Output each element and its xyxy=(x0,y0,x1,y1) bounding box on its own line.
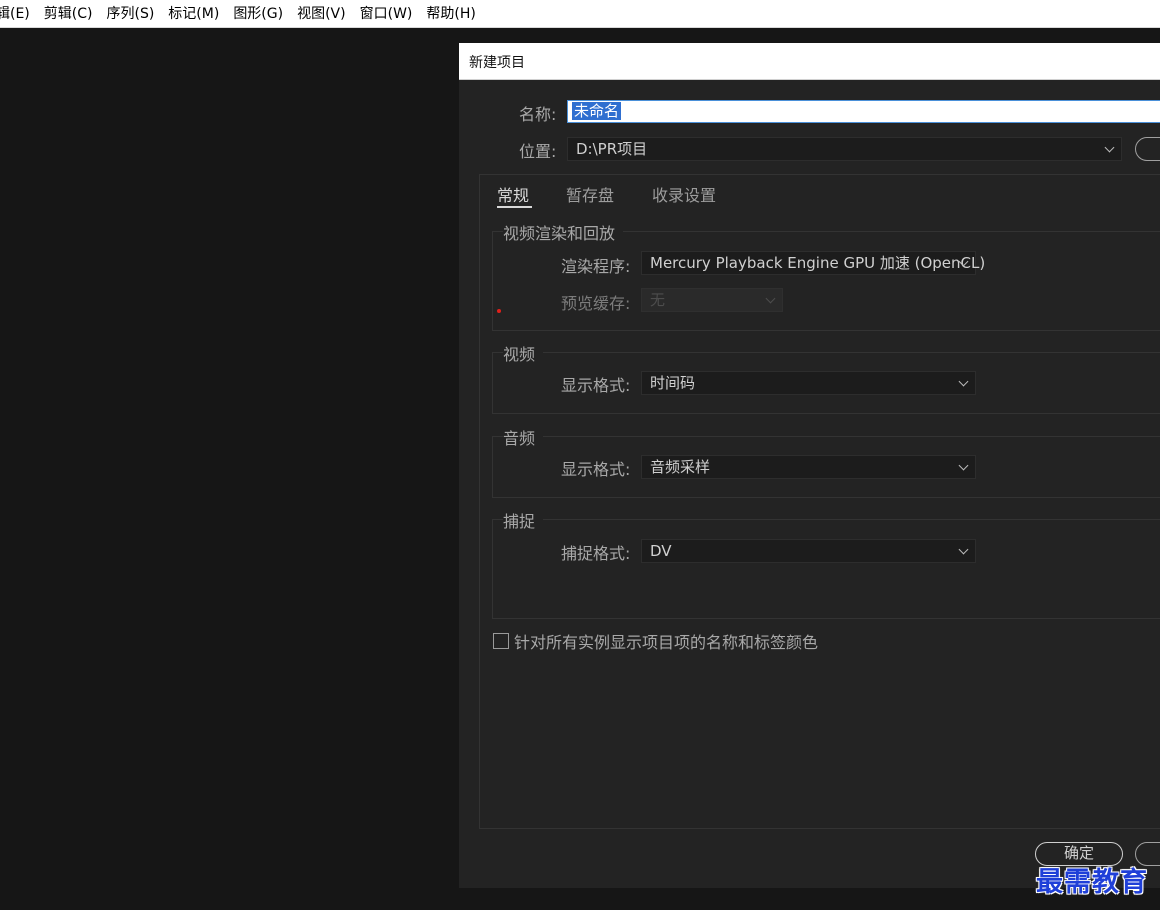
chevron-down-icon xyxy=(958,460,969,471)
location-select[interactable]: D:\PR项目 xyxy=(567,137,1122,161)
active-tab-indicator xyxy=(497,206,532,208)
menu-window[interactable]: 窗口(W) xyxy=(360,0,413,28)
menu-view[interactable]: 视图(V) xyxy=(297,0,346,28)
menu-edit[interactable]: 辑(E) xyxy=(0,0,30,28)
workspace-background xyxy=(0,28,459,910)
menu-graphics[interactable]: 图形(G) xyxy=(233,0,283,28)
chevron-down-icon xyxy=(958,376,969,387)
renderer-value: Mercury Playback Engine GPU 加速 (OpenCL) xyxy=(650,254,986,272)
settings-tab-panel: 常规 暂存盘 收录设置 视频渲染和回放 渲染程序: Mercury Playba… xyxy=(479,174,1160,829)
audio-display-format-dropdown[interactable]: 音频采样 xyxy=(641,455,976,479)
chevron-down-icon xyxy=(765,293,776,304)
video-display-format-dropdown[interactable]: 时间码 xyxy=(641,371,976,395)
chevron-down-icon xyxy=(1104,142,1115,153)
capture-title: 捕捉 xyxy=(503,508,544,532)
tab-ingest-settings[interactable]: 收录设置 xyxy=(652,182,716,206)
menu-help[interactable]: 帮助(H) xyxy=(426,0,475,28)
watermark-logo: 最需教育 xyxy=(1036,867,1148,898)
red-dot-marker xyxy=(497,309,501,313)
show-name-label-color-checkbox[interactable] xyxy=(493,633,509,649)
renderer-dropdown[interactable]: Mercury Playback Engine GPU 加速 (OpenCL) xyxy=(641,251,985,275)
capture-group: 捕捉 捕捉格式: DV xyxy=(492,508,1160,619)
audio-title: 音频 xyxy=(503,425,544,449)
audio-display-format-label: 显示格式: xyxy=(561,460,631,479)
capture-format-value: DV xyxy=(650,542,672,560)
menu-bar: 辑(E) 剪辑(C) 序列(S) 标记(M) 图形(G) 视图(V) 窗口(W)… xyxy=(0,0,1160,28)
video-rendering-title: 视频渲染和回放 xyxy=(503,220,624,244)
capture-format-dropdown[interactable]: DV xyxy=(641,539,976,563)
preview-cache-dropdown: 无 xyxy=(641,288,783,312)
video-title: 视频 xyxy=(503,341,544,365)
menu-sequence[interactable]: 序列(S) xyxy=(106,0,154,28)
browse-button[interactable] xyxy=(1135,137,1160,161)
dialog-title: 新建项目 xyxy=(469,55,525,71)
menu-markers[interactable]: 标记(M) xyxy=(168,0,219,28)
location-label: 位置: xyxy=(519,142,557,161)
name-value: 未命名 xyxy=(572,102,622,120)
video-display-format-value: 时间码 xyxy=(650,374,696,392)
show-name-label-color-option[interactable]: 针对所有实例显示项目项的名称和标签颜色 xyxy=(493,629,818,653)
preview-cache-value: 无 xyxy=(650,291,666,309)
audio-group: 音频 显示格式: 音频采样 xyxy=(492,425,1160,498)
video-display-format-label: 显示格式: xyxy=(561,376,631,395)
audio-display-format-value: 音频采样 xyxy=(650,458,711,476)
capture-format-label: 捕捉格式: xyxy=(561,544,631,563)
location-value: D:\PR项目 xyxy=(576,140,648,158)
dialog-titlebar[interactable]: 新建项目 xyxy=(459,43,1160,80)
video-rendering-group: 视频渲染和回放 渲染程序: Mercury Playback Engine GP… xyxy=(492,220,1160,331)
menu-clip[interactable]: 剪辑(C) xyxy=(44,0,93,28)
preview-cache-label: 预览缓存: xyxy=(561,294,631,313)
video-group: 视频 显示格式: 时间码 xyxy=(492,341,1160,414)
name-label: 名称: xyxy=(519,105,557,124)
name-input[interactable]: 未命名 xyxy=(567,100,1160,123)
show-name-label-color-label: 针对所有实例显示项目项的名称和标签颜色 xyxy=(514,633,819,652)
tab-general[interactable]: 常规 xyxy=(497,182,529,206)
chevron-down-icon xyxy=(958,544,969,555)
renderer-label: 渲染程序: xyxy=(561,257,631,276)
new-project-dialog: 新建项目 名称: 未命名 位置: D:\PR项目 常规 暂存盘 收录设置 视频渲… xyxy=(459,43,1160,888)
tab-scratch-disks[interactable]: 暂存盘 xyxy=(566,182,614,206)
